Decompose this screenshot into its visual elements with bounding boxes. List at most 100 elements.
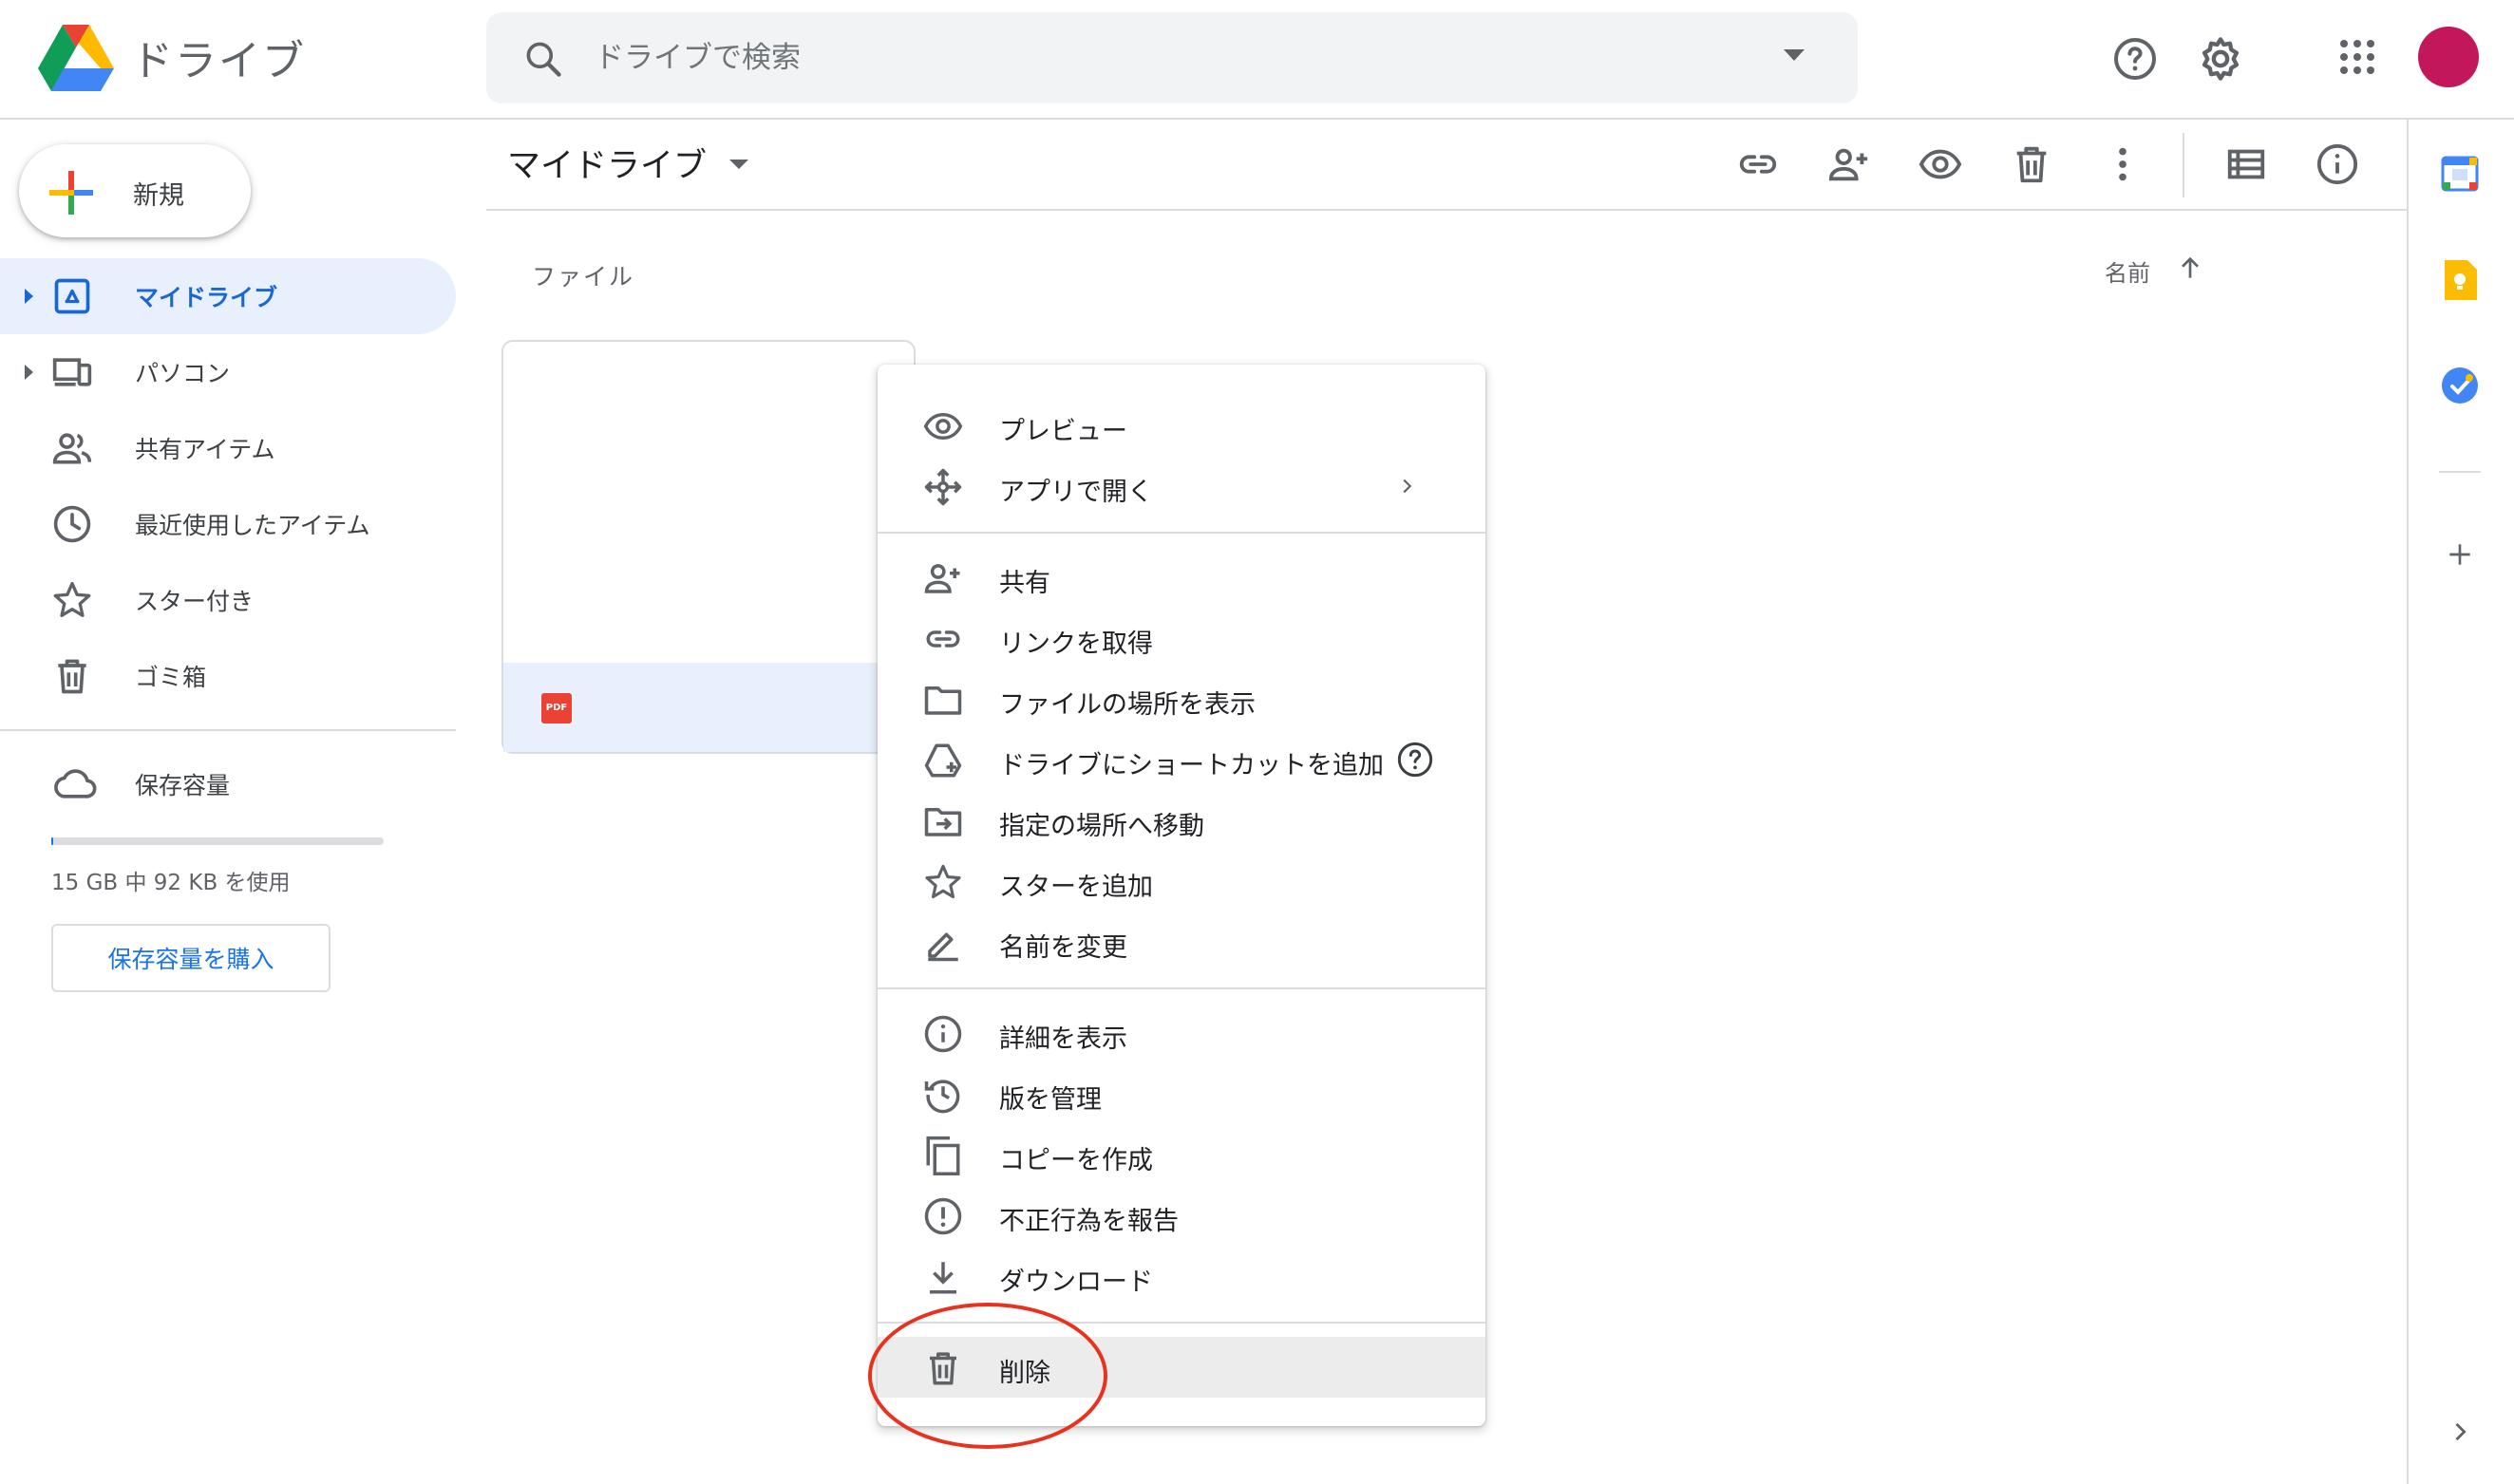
link-icon	[923, 619, 963, 659]
menu-item-label: ダウンロード	[999, 1268, 1153, 1297]
chevron-down-icon[interactable]	[729, 160, 748, 169]
menu-item-make-copy[interactable]: コピーを作成	[878, 1124, 1485, 1185]
sidebar-item-label: マイドライブ	[135, 284, 278, 311]
add-addon-icon[interactable]	[2445, 539, 2475, 570]
sidebar-item-computers[interactable]: パソコン	[0, 334, 456, 410]
storage-usage-text: 15 GB 中 92 KB を使用	[51, 871, 291, 895]
menu-item-get-link[interactable]: リンクを取得	[878, 608, 1485, 668]
expand-arrow-icon[interactable]	[25, 365, 33, 380]
menu-item-label: 不正行為を報告	[999, 1207, 1179, 1236]
menu-item-add-shortcut[interactable]: ドライブにショートカットを追加	[878, 729, 1485, 790]
menu-item-label: 指定の場所へ移動	[999, 812, 1204, 841]
menu-item-label: アプリで開く	[999, 478, 1153, 507]
folder-icon	[923, 680, 963, 720]
menu-item-rename[interactable]: 名前を変更	[878, 911, 1485, 972]
menu-item-share[interactable]: 共有	[878, 547, 1485, 608]
tasks-icon[interactable]	[2441, 366, 2479, 404]
sidebar-item-storage[interactable]: 保存容量	[0, 746, 456, 822]
search-icon[interactable]	[522, 38, 564, 80]
sidebar-item-recent[interactable]: 最近使用したアイテム	[0, 486, 456, 562]
submenu-chevron-right-icon	[1396, 475, 1417, 498]
person-add-icon[interactable]	[1827, 142, 1871, 186]
side-panel	[2407, 120, 2514, 1484]
list-view-icon[interactable]	[2224, 142, 2268, 186]
clock-icon	[51, 503, 93, 545]
settings-gear-icon[interactable]	[2196, 34, 2245, 84]
search-input[interactable]	[595, 34, 1734, 82]
menu-item-manage-versions[interactable]: 版を管理	[878, 1063, 1485, 1124]
menu-item-label: ファイルの場所を表示	[999, 690, 1256, 720]
eye-icon	[923, 406, 963, 446]
page-title[interactable]: マイドライブ	[507, 139, 707, 187]
sidebar-item-label: 最近使用したアイテム	[135, 512, 370, 539]
storage-usage-bar	[51, 837, 384, 845]
calendar-icon[interactable]	[2441, 154, 2479, 192]
sidebar-item-label: 共有アイテム	[135, 436, 275, 463]
info-icon[interactable]	[2316, 142, 2359, 186]
menu-item-move[interactable]: 指定の場所へ移動	[878, 790, 1485, 851]
sidebar-item-starred[interactable]: スター付き	[0, 562, 456, 638]
menu-item-preview[interactable]: プレビュー	[878, 395, 1485, 456]
my-drive-icon	[51, 275, 93, 317]
menu-separator	[878, 987, 1485, 989]
menu-item-label: スターを追加	[999, 873, 1153, 902]
menu-item-details[interactable]: 詳細を表示	[878, 1003, 1485, 1063]
menu-item-label: 名前を変更	[999, 933, 1127, 963]
copy-icon	[923, 1136, 963, 1175]
app-title: ドライブ	[131, 37, 306, 85]
menu-item-report-abuse[interactable]: 不正行為を報告	[878, 1185, 1485, 1246]
toolbar-divider	[486, 209, 2407, 211]
side-panel-divider	[2439, 471, 2481, 473]
drive-logo-icon[interactable]	[38, 25, 114, 91]
history-icon	[923, 1075, 963, 1115]
menu-item-show-location[interactable]: ファイルの場所を表示	[878, 668, 1485, 729]
sidebar-item-my-drive[interactable]: マイドライブ	[0, 258, 456, 334]
menu-item-open-with[interactable]: アプリで開く	[878, 456, 1485, 517]
keep-icon[interactable]	[2443, 260, 2477, 300]
new-plus-icon	[49, 171, 93, 215]
chevron-right-icon[interactable]	[2447, 1417, 2473, 1447]
link-icon[interactable]	[1736, 142, 1780, 186]
search-options-dropdown-icon[interactable]	[1784, 49, 1805, 61]
menu-item-label: 共有	[999, 569, 1050, 598]
pdf-file-icon: PDF	[541, 693, 572, 723]
menu-item-label: 版を管理	[999, 1085, 1102, 1115]
arrow-up-icon[interactable]	[2175, 253, 2205, 283]
move-arrows-icon	[923, 467, 963, 507]
menu-item-download[interactable]: ダウンロード	[878, 1246, 1485, 1306]
annotation-highlight-circle	[868, 1303, 1107, 1449]
pencil-icon	[923, 923, 963, 963]
sidebar-item-trash[interactable]: ゴミ箱	[0, 638, 456, 714]
storage-usage-fill	[51, 837, 53, 845]
sidebar-item-label: ゴミ箱	[135, 664, 207, 691]
cloud-icon	[51, 763, 97, 805]
buy-storage-button[interactable]: 保存容量を購入	[51, 924, 331, 992]
download-icon	[923, 1257, 963, 1297]
more-vert-icon[interactable]	[2101, 142, 2145, 186]
new-button-label: 新規	[133, 181, 184, 211]
report-icon	[923, 1196, 963, 1236]
menu-item-label: リンクを取得	[999, 629, 1153, 659]
toolbar-separator	[2183, 133, 2184, 197]
trash-icon[interactable]	[2010, 142, 2053, 186]
shared-people-icon	[51, 427, 93, 469]
sort-by-name-button[interactable]: 名前	[2105, 254, 2150, 288]
menu-item-label: 詳細を表示	[999, 1024, 1127, 1054]
star-icon	[51, 579, 93, 621]
google-apps-grid-icon[interactable]	[2338, 38, 2376, 76]
expand-arrow-icon[interactable]	[25, 289, 33, 304]
menu-item-label: ドライブにショートカットを追加	[999, 751, 1384, 780]
files-section-heading: ファイル	[532, 263, 635, 291]
star-icon	[923, 862, 963, 902]
person-add-icon	[923, 558, 963, 598]
sidebar-item-shared[interactable]: 共有アイテム	[0, 410, 456, 486]
help-icon[interactable]	[2112, 36, 2158, 82]
move-to-folder-icon	[923, 801, 963, 841]
menu-item-add-star[interactable]: スターを追加	[878, 851, 1485, 911]
trash-icon	[51, 655, 93, 697]
account-avatar[interactable]	[2418, 27, 2479, 87]
storage-label: 保存容量	[135, 772, 231, 799]
computer-icon	[51, 351, 93, 393]
help-icon[interactable]	[1396, 741, 1434, 779]
eye-icon[interactable]	[1919, 142, 1962, 186]
